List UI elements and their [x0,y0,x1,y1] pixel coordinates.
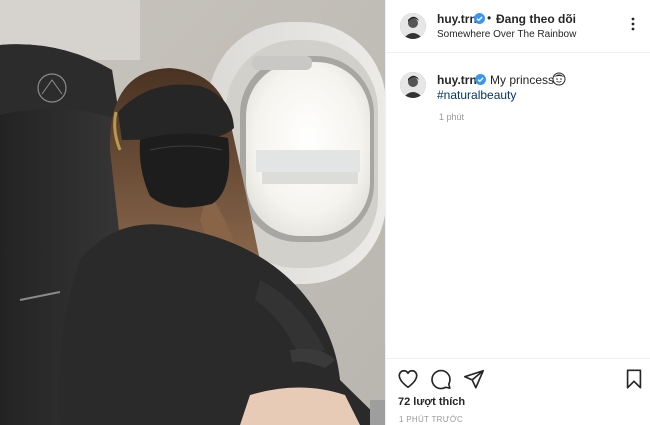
avatar-image [400,72,426,98]
caption-username-link[interactable]: huy.trn [437,73,477,87]
avatar-image [400,13,426,39]
comment-icon[interactable] [430,368,452,390]
avatar[interactable] [400,13,426,39]
photo-illustration [0,0,385,425]
separator-dot: • [487,11,492,25]
post-timestamp[interactable]: 1 PHÚT TRƯỚC [399,415,463,424]
verified-badge-icon [474,13,485,24]
caption-avatar[interactable] [400,72,426,98]
username-link[interactable]: huy.trn [437,12,477,26]
instagram-post: huy.trn • Đang theo dõi Somewhere Over T… [0,0,650,425]
likes-count[interactable]: 72 lượt thích [398,396,465,408]
location-link[interactable]: Somewhere Over The Rainbow [437,29,576,40]
caption-area: huy.trn My princess #naturalbeauty 1 phú… [386,53,650,358]
smiling-face-emoji-icon [552,72,566,86]
post-actions: 72 lượt thích 1 PHÚT TRƯỚC [386,358,650,425]
verified-badge-icon [475,74,486,85]
caption-text: My princess [490,73,555,87]
hashtag-link[interactable]: #naturalbeauty [437,88,516,102]
following-button[interactable]: Đang theo dõi [496,12,576,26]
share-icon[interactable] [463,368,485,390]
post-side-panel: huy.trn • Đang theo dõi Somewhere Over T… [386,0,650,425]
bookmark-icon[interactable] [623,368,645,390]
caption-timestamp: 1 phút [439,112,465,122]
post-header: huy.trn • Đang theo dõi Somewhere Over T… [386,0,650,53]
heart-icon[interactable] [397,368,419,390]
more-options-icon[interactable] [627,17,639,31]
post-photo[interactable] [0,0,386,425]
